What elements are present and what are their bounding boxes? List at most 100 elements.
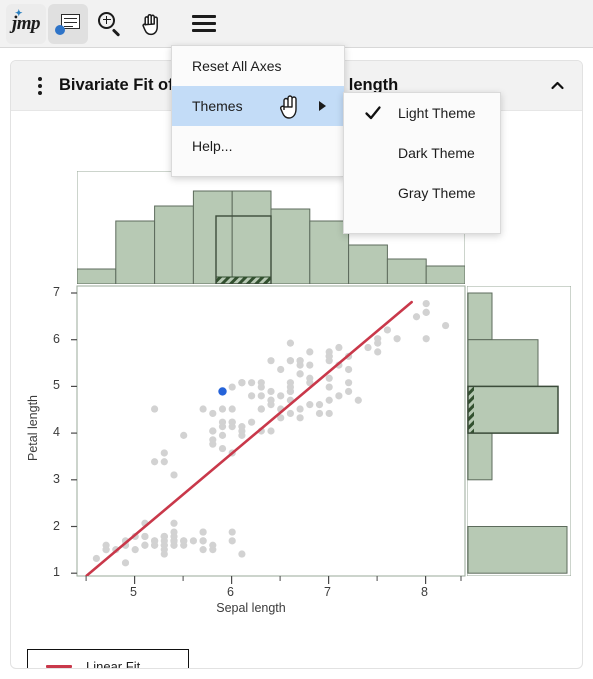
scatter-point[interactable] — [296, 361, 304, 369]
scatter-point[interactable] — [199, 546, 207, 554]
chevron-up-icon[interactable] — [549, 77, 566, 94]
scatter-point[interactable] — [286, 339, 294, 347]
legend[interactable]: Linear Fit — [27, 649, 189, 668]
scatter-point[interactable] — [228, 405, 236, 413]
scatter-point[interactable] — [374, 339, 382, 347]
scatter-point[interactable] — [422, 299, 430, 308]
scatter-point[interactable] — [286, 383, 294, 391]
scatter-point[interactable] — [160, 458, 168, 466]
menu-item-reset-all-axes[interactable]: Reset All Axes — [172, 46, 344, 86]
scatter-point[interactable] — [209, 427, 217, 435]
submenu-item-gray-theme[interactable]: Gray Theme — [344, 173, 500, 213]
scatter-point[interactable] — [151, 541, 159, 549]
scatter-point[interactable] — [296, 405, 304, 413]
scatter-point[interactable] — [170, 519, 178, 527]
scatter-point[interactable] — [180, 431, 188, 439]
submenu-item-light-theme[interactable]: Light Theme — [344, 93, 500, 133]
scatter-point[interactable] — [325, 396, 333, 404]
scatter-point[interactable] — [325, 409, 333, 418]
scatter-point[interactable] — [228, 383, 236, 391]
scatter-point[interactable] — [218, 444, 227, 453]
scatter-point[interactable] — [306, 361, 314, 369]
kebab-menu-icon[interactable] — [27, 76, 53, 95]
scatter-point[interactable] — [151, 458, 159, 466]
scatter-point[interactable] — [160, 541, 168, 549]
menu-item-help[interactable]: Help... — [172, 126, 344, 166]
scatter-point[interactable] — [277, 392, 285, 400]
scatter-point[interactable] — [286, 357, 294, 365]
scatter-point[interactable] — [296, 370, 304, 378]
scatter-point[interactable] — [238, 427, 246, 435]
scatter-point[interactable] — [170, 471, 178, 479]
scatter-point[interactable] — [228, 423, 236, 431]
scatter-point[interactable] — [267, 387, 275, 396]
scatter-point[interactable] — [199, 405, 207, 413]
scatter-point[interactable] — [209, 546, 217, 554]
scatter-point[interactable] — [422, 335, 430, 343]
scatter-point[interactable] — [277, 365, 285, 374]
scatter-point[interactable] — [218, 431, 227, 439]
scatter-point[interactable] — [151, 405, 159, 413]
scatter-point[interactable] — [209, 440, 217, 448]
scatter-point[interactable] — [257, 392, 265, 400]
jmp-logo-button[interactable]: ✦ jmp — [6, 3, 46, 44]
scatter-point[interactable] — [189, 537, 197, 545]
scatter-point[interactable] — [383, 326, 391, 334]
scatter-point[interactable] — [267, 401, 275, 409]
annotate-tool-button[interactable] — [48, 3, 88, 44]
scatter-point[interactable] — [422, 308, 430, 316]
scatter-point[interactable] — [228, 528, 236, 536]
scatter-point[interactable] — [374, 348, 382, 356]
scatter-point[interactable] — [345, 379, 353, 387]
scatter-point[interactable] — [442, 321, 450, 330]
scatter-point[interactable] — [218, 405, 227, 413]
scatter-point[interactable] — [315, 409, 324, 418]
scatter-point[interactable] — [131, 546, 139, 554]
scatter-point[interactable] — [306, 401, 314, 409]
scatter-point[interactable] — [345, 365, 353, 374]
scatter-point[interactable] — [160, 449, 168, 457]
scatter-point[interactable] — [257, 383, 265, 391]
scatter-point[interactable] — [228, 537, 236, 545]
scatter-point[interactable] — [345, 387, 353, 396]
scatter-point[interactable] — [248, 379, 256, 387]
scatter-point[interactable] — [238, 550, 246, 558]
scatter-point[interactable] — [180, 537, 188, 545]
hamburger-menu-button[interactable] — [184, 4, 224, 44]
scatter-point[interactable] — [335, 392, 343, 400]
scatter-point[interactable] — [248, 392, 256, 400]
context-menu[interactable]: Reset All Axes Themes Help... — [171, 45, 345, 177]
scatter-point[interactable] — [92, 554, 100, 563]
submenu-item-dark-theme[interactable]: Dark Theme — [344, 133, 500, 173]
scatter-point[interactable] — [325, 352, 333, 360]
scatter-point[interactable] — [306, 348, 314, 356]
scatter-point[interactable] — [286, 409, 294, 418]
scatter-point[interactable] — [102, 546, 110, 554]
scatter-point[interactable] — [199, 528, 207, 536]
scatter-point[interactable] — [393, 335, 401, 343]
menu-item-themes[interactable]: Themes — [172, 86, 344, 126]
scatter-point[interactable] — [257, 405, 265, 413]
scatter-point[interactable] — [306, 374, 314, 382]
scatter-point[interactable] — [141, 541, 149, 549]
scatter-point[interactable] — [412, 313, 421, 321]
scatter-point[interactable] — [315, 401, 324, 409]
scatter-point[interactable] — [170, 532, 178, 541]
scatter-point[interactable] — [248, 418, 256, 426]
scatter-point[interactable] — [267, 427, 275, 435]
pan-tool-button[interactable] — [132, 4, 172, 44]
scatter-point[interactable] — [354, 396, 362, 404]
scatter-point[interactable] — [238, 379, 246, 387]
scatter-point[interactable] — [209, 409, 217, 418]
scatter-point[interactable] — [325, 383, 333, 391]
scatter-point[interactable] — [364, 343, 372, 352]
scatter-point[interactable] — [121, 559, 130, 567]
scatter-point[interactable] — [335, 343, 343, 352]
scatter-point[interactable] — [267, 357, 275, 365]
scatter-point[interactable] — [218, 418, 227, 426]
scatter-point[interactable] — [160, 532, 168, 541]
zoom-tool-button[interactable] — [90, 4, 130, 44]
scatter-point[interactable] — [199, 537, 207, 545]
scatter-point[interactable] — [141, 532, 149, 541]
themes-submenu[interactable]: Light Theme Dark Theme Gray Theme — [343, 92, 501, 234]
